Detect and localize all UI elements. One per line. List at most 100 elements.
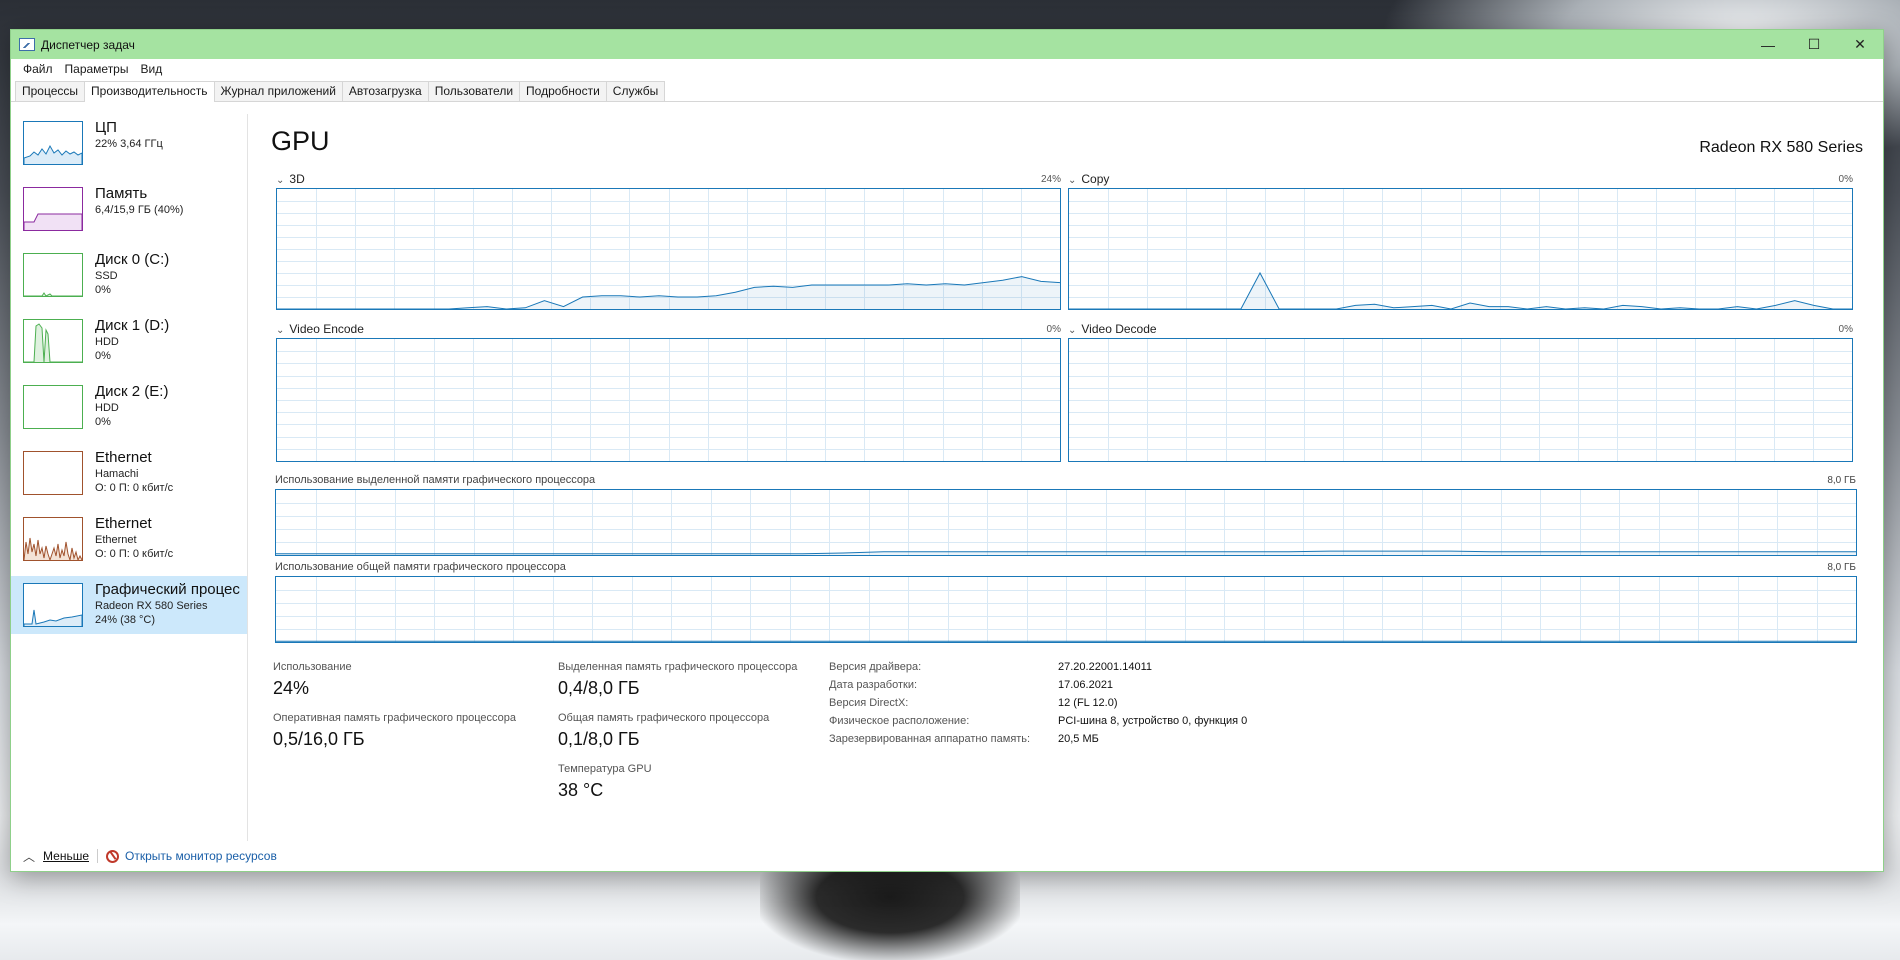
sidebar-item-title: ЦП: [95, 119, 117, 136]
driver-date-key: Дата разработки:: [829, 679, 918, 691]
sidebar-item-line2: О: 0 П: 0 кбит/с: [95, 482, 174, 494]
chevron-up-icon[interactable]: ︿: [23, 848, 35, 865]
sidebar-item-line1: Radeon RX 580 Series: [95, 600, 208, 612]
maximize-button[interactable]: ☐: [1791, 30, 1837, 59]
dedicated-memory-label: Выделенная память графического процессор…: [558, 661, 798, 673]
engine-selector-video-decode[interactable]: ⌄ Video Decode: [1068, 322, 1157, 336]
task-manager-icon: [19, 38, 35, 51]
usage-value: 24%: [273, 678, 310, 698]
physical-location-value: PCI-шина 8, устройство 0, функция 0: [1058, 715, 1248, 727]
shared-memory-value: 0,1/8,0 ГБ: [558, 729, 640, 749]
gpu-model-name: Radeon RX 580 Series: [1699, 139, 1863, 156]
engine-name: 3D: [289, 172, 305, 186]
sidebar-item-ethernet-hamachi[interactable]: Ethernet Hamachi О: 0 П: 0 кбит/с: [11, 444, 247, 502]
resource-monitor-icon[interactable]: [106, 849, 119, 863]
task-manager-window: Диспетчер задач — ☐ ✕ Файл Параметры Вид…: [10, 29, 1884, 872]
engine-percent: 24%: [1040, 174, 1061, 185]
engine-percent: 0%: [1838, 324, 1853, 335]
engine-selector-video-encode[interactable]: ⌄ Video Encode: [276, 322, 364, 336]
sidebar-item-memory[interactable]: Память 6,4/15,9 ГБ (40%): [11, 180, 247, 238]
close-button[interactable]: ✕: [1837, 30, 1883, 59]
footer-separator: [97, 849, 98, 863]
sidebar-item-line1: HDD: [95, 336, 119, 348]
driver-date-value: 17.06.2021: [1058, 679, 1114, 691]
engine-graph-3d: [276, 188, 1061, 310]
gpu-thumbnail-graph: [23, 583, 83, 627]
sidebar-item-title: Диск 0 (C:): [95, 251, 170, 268]
tab-services[interactable]: Службы: [605, 81, 666, 101]
sidebar-item-line2: 0%: [95, 416, 111, 428]
disk2-thumbnail-graph: [23, 385, 83, 429]
engine-graph-copy: [1068, 188, 1853, 310]
sidebar-item-title: Ethernet: [95, 515, 152, 532]
fewer-details-button[interactable]: Меньше: [43, 849, 89, 863]
engine-graph-video-decode: [1068, 338, 1853, 462]
dedicated-memory-max: 8,0 ГБ: [1827, 475, 1856, 486]
window-controls: — ☐ ✕: [1745, 30, 1883, 59]
chevron-down-icon: ⌄: [1068, 325, 1077, 336]
reserved-memory-key: Зарезервированная аппаратно память:: [829, 733, 1031, 745]
sidebar-item-line1: Hamachi: [95, 468, 139, 480]
sidebar-item-line2: О: 0 П: 0 кбит/с: [95, 548, 174, 560]
engine-selector-copy[interactable]: ⌄ Copy: [1068, 172, 1109, 186]
sidebar-item-line1: HDD: [95, 402, 119, 414]
title-bar[interactable]: Диспетчер задач — ☐ ✕: [11, 30, 1883, 59]
sidebar-item-gpu[interactable]: Графический процес Radeon RX 580 Series …: [11, 576, 247, 634]
wallpaper-figure: [760, 870, 1020, 960]
chevron-down-icon: ⌄: [276, 175, 285, 186]
menu-options[interactable]: Параметры: [59, 62, 135, 76]
ethernet-hamachi-thumbnail-graph: [23, 451, 83, 495]
menu-file[interactable]: Файл: [17, 62, 59, 76]
sidebar-item-disk-1[interactable]: Диск 1 (D:) HDD 0%: [11, 312, 247, 370]
sidebar-item-line1: 6,4/15,9 ГБ (40%): [95, 204, 184, 216]
sidebar-item-line1: 22% 3,64 ГГц: [95, 138, 163, 150]
cpu-thumbnail-graph: [23, 121, 83, 165]
chevron-down-icon: ⌄: [276, 325, 285, 336]
menu-bar: Файл Параметры Вид: [11, 59, 1883, 79]
shared-memory-label: Общая память графического процессора: [558, 712, 770, 724]
reserved-memory-value: 20,5 МБ: [1058, 733, 1099, 745]
physical-location-key: Физическое расположение:: [829, 715, 970, 727]
tab-performance[interactable]: Производительность: [84, 81, 215, 102]
page-title: GPU: [271, 126, 330, 156]
engine-graph-video-encode: [276, 338, 1061, 462]
sidebar-item-line2: 24% (38 °C): [95, 614, 156, 626]
sidebar-item-disk-2[interactable]: Диск 2 (E:) HDD 0%: [11, 378, 247, 436]
tab-bar: Процессы Производительность Журнал прило…: [11, 79, 1883, 102]
sidebar-item-line2: 0%: [95, 350, 111, 362]
dedicated-memory-graph-label: Использование выделенной памяти графичес…: [275, 474, 596, 486]
engine-name: Video Encode: [289, 322, 364, 336]
sidebar-item-ethernet[interactable]: Ethernet Ethernet О: 0 П: 0 кбит/с: [11, 510, 247, 568]
directx-version-value: 12 (FL 12.0): [1058, 697, 1118, 709]
tab-users[interactable]: Пользователи: [427, 81, 521, 101]
open-resource-monitor-link[interactable]: Открыть монитор ресурсов: [125, 849, 277, 863]
tab-startup[interactable]: Автозагрузка: [341, 81, 429, 101]
driver-version-key: Версия драйвера:: [829, 661, 922, 673]
engine-percent: 0%: [1046, 324, 1061, 335]
gpu-detail-panel: GPU Radeon RX 580 Series ⌄ 3D 24% ⌄ Copy 0…: [271, 102, 1863, 841]
sidebar-item-title: Диск 2 (E:): [95, 383, 169, 400]
tab-app-history[interactable]: Журнал приложений: [213, 81, 343, 101]
shared-memory-graph: [275, 576, 1857, 643]
sidebar-item-disk-0[interactable]: Диск 0 (C:) SSD 0%: [11, 246, 247, 304]
disk1-thumbnail-graph: [23, 319, 83, 363]
engine-selector-3d[interactable]: ⌄ 3D: [276, 172, 305, 186]
usage-label: Использование: [273, 661, 352, 673]
directx-version-key: Версия DirectX:: [829, 697, 909, 709]
disk0-thumbnail-graph: [23, 253, 83, 297]
ethernet-thumbnail-graph: [23, 517, 83, 561]
chevron-down-icon: ⌄: [1068, 175, 1077, 186]
performance-content: ЦП 22% 3,64 ГГц Память 6,4/15,9 ГБ (40%): [11, 102, 1883, 841]
tab-processes[interactable]: Процессы: [15, 81, 86, 101]
memory-thumbnail-graph: [23, 187, 83, 231]
gpu-temperature-label: Температура GPU: [558, 763, 652, 775]
engine-name: Video Decode: [1081, 322, 1157, 336]
tab-details[interactable]: Подробности: [519, 81, 607, 101]
sidebar-item-cpu[interactable]: ЦП 22% 3,64 ГГц: [11, 114, 247, 172]
menu-view[interactable]: Вид: [134, 62, 168, 76]
footer-bar: ︿ Меньше Открыть монитор ресурсов: [11, 841, 1883, 871]
dedicated-memory-value: 0,4/8,0 ГБ: [558, 678, 640, 698]
sidebar-item-line1: SSD: [95, 270, 118, 282]
sidebar-item-title: Ethernet: [95, 449, 152, 466]
minimize-button[interactable]: —: [1745, 30, 1791, 59]
